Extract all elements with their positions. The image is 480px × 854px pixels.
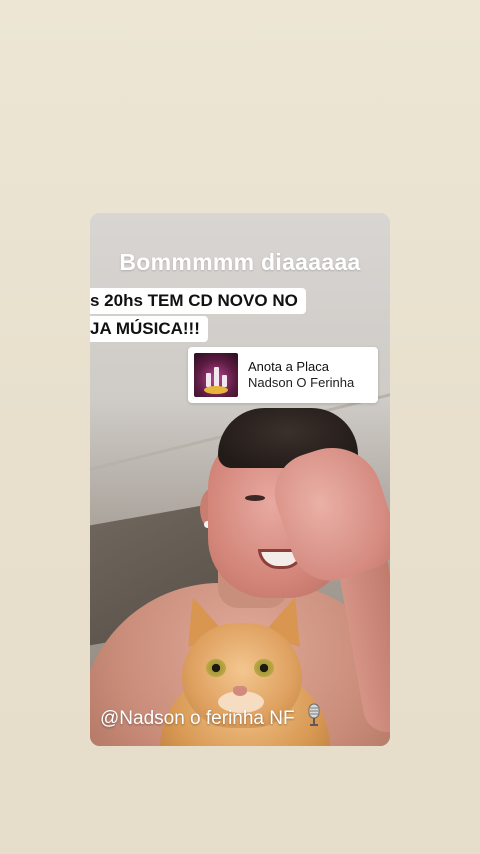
music-info: Anota a Placa Nadson O Ferinha [248, 359, 354, 392]
album-art-bar [214, 367, 219, 387]
caption-line-1: s 20hs TEM CD NOVO NO [90, 288, 306, 314]
cat-left-eye [206, 659, 226, 677]
artist-name: Nadson O Ferinha [248, 375, 355, 390]
cat-right-eye [254, 659, 274, 677]
story-background: Bommmmm diaaaaaa s 20hs TEM CD NOVO NO J… [0, 0, 480, 854]
user-tag[interactable]: @Nadson o ferinha NF [100, 703, 322, 733]
person-left-eye [245, 495, 265, 501]
story-card[interactable]: Bommmmm diaaaaaa s 20hs TEM CD NOVO NO J… [90, 213, 390, 746]
album-art-bar [206, 373, 211, 387]
caption-line-2: JA MÚSICA!!! [90, 316, 208, 342]
song-title: Anota a Placa [248, 358, 329, 374]
headline-text: Bommmmm diaaaaaa [119, 249, 361, 275]
user-tag-text: @Nadson o ferinha NF [100, 708, 295, 729]
album-art-logo [204, 386, 228, 394]
music-sticker[interactable]: Anota a Placa Nadson O Ferinha [188, 347, 378, 403]
album-art [194, 353, 238, 397]
cat-nose [233, 686, 247, 696]
album-art-bar [222, 375, 227, 387]
microphone-icon [306, 703, 322, 733]
